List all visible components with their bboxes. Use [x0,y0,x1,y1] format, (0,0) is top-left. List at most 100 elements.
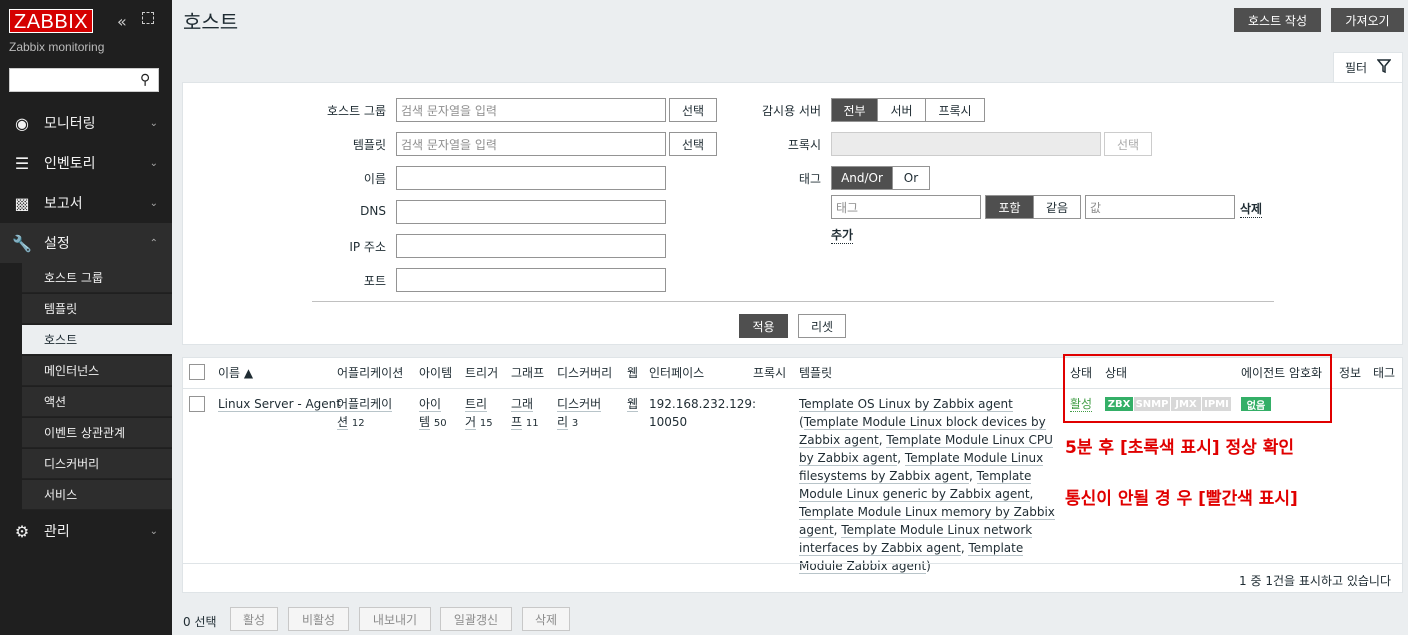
template-select-button[interactable]: 선택 [669,132,717,156]
ip-label: IP 주소 [349,240,386,254]
row-checkbox[interactable] [189,396,205,412]
sidebar-search-input[interactable] [9,68,159,92]
enable-button[interactable]: 활성 [230,607,278,631]
menu-label: 모니터링 [44,116,96,132]
monitored-by-label: 감시용 서버 [761,104,821,118]
chevron-down-icon: ⌄ [149,117,158,129]
filter-tab-label: 필터 [1344,61,1368,75]
template-input[interactable]: 검색 문자열을 입력 [396,132,666,156]
host-discovery-link[interactable]: 디스커버 리 3 [557,395,619,433]
submenu-templates[interactable]: 템플릿 [22,294,172,324]
import-button[interactable]: 가져오기 [1331,8,1404,32]
menu-monitoring[interactable]: ◉ 모니터링 ⌄ [0,103,172,143]
disable-button[interactable]: 비활성 [288,607,349,631]
template-label: 템플릿 [352,138,386,152]
tag-operator-contains[interactable]: 포함 [986,196,1034,218]
tag-value-input[interactable]: 값 [1085,195,1235,219]
annotation-highlight-box [1063,354,1332,423]
zabbix-logo[interactable]: ZABBIX [9,9,94,33]
page-title: 호스트 [183,10,239,34]
host-interface: 192.168.232.129: 10050 [649,397,757,429]
submenu-host-groups[interactable]: 호스트 그룹 [22,263,172,293]
monitored-by-server[interactable]: 서버 [878,99,926,121]
column-applications: 어플리케이션 [337,366,404,380]
tag-name-input[interactable]: 태그 [831,195,981,219]
submenu-discovery[interactable]: 디스커버리 [22,449,172,479]
create-host-button[interactable]: 호스트 작성 [1234,8,1321,32]
tag-add-link[interactable]: 추가 [831,226,854,244]
submenu-hosts[interactable]: 호스트 [22,325,172,355]
monitored-by-segment: 전부 서버 프록시 [831,98,985,122]
tag-logic-segment: And/Or Or [831,166,930,190]
proxy-label: 프록시 [787,138,821,152]
menu-configuration[interactable]: 🔧 설정 ⌃ [0,223,172,263]
kiosk-mode-icon[interactable] [142,12,154,24]
chevron-down-icon: ⌄ [149,525,158,537]
host-group-input[interactable]: 검색 문자열을 입력 [396,98,666,122]
row-divider [183,563,1402,564]
host-group-select-button[interactable]: 선택 [669,98,717,122]
host-graphs-link[interactable]: 그래 프 11 [511,395,551,433]
annotation-line-2: 통신이 안될 경 우 [빨간색 표시] [1065,489,1298,509]
proxy-select-button: 선택 [1104,132,1152,156]
tags-label: 태그 [798,172,821,186]
ip-input[interactable] [396,234,666,258]
reset-filter-button[interactable]: 리셋 [798,314,846,338]
host-name-link[interactable]: Linux Server - Agent [218,395,341,413]
menu-administration[interactable]: ⚙ 관리 ⌄ [0,511,172,551]
port-input[interactable] [396,268,666,292]
host-items-link[interactable]: 아이 템 50 [419,395,459,433]
host-applications-link[interactable]: 어플리케이 션 12 [337,395,407,433]
search-icon[interactable]: ⚲ [140,72,150,88]
submenu-maintenance[interactable]: 메인터넌스 [22,356,172,386]
bar-chart-icon: ▩ [14,193,30,213]
mass-update-button[interactable]: 일괄갱신 [440,607,512,631]
column-tags: 태그 [1373,366,1396,380]
tag-logic-or[interactable]: Or [893,167,929,189]
tag-operator-equals[interactable]: 같음 [1034,196,1080,218]
menu-label: 설정 [44,236,70,252]
table-summary: 1 중 1건을 표시하고 있습니다 [1239,574,1391,588]
collapse-sidebar-icon[interactable]: « [117,12,127,31]
proxy-input [831,132,1101,156]
annotation-line-1: 5분 후 [초록색 표시] 정상 확인 [1065,438,1294,458]
host-group-label: 호스트 그룹 [326,104,386,118]
column-triggers: 트리거 [465,366,499,380]
submenu-actions[interactable]: 액션 [22,387,172,417]
menu-label: 보고서 [44,196,83,212]
monitored-by-any[interactable]: 전부 [832,99,878,121]
host-web-link[interactable]: 웹 [627,395,639,413]
list-icon: ☰ [14,153,30,173]
column-discovery: 디스커버리 [557,366,613,380]
dns-input[interactable] [396,200,666,224]
name-input[interactable] [396,166,666,190]
host-triggers-link[interactable]: 트리 거 15 [465,395,505,433]
menu-label: 관리 [44,524,70,540]
chevron-up-icon: ⌃ [149,237,158,249]
eye-icon: ◉ [15,113,29,133]
menu-label: 인벤토리 [44,156,96,172]
column-info: 정보 [1339,366,1362,380]
gear-icon: ⚙ [14,521,30,541]
delete-button[interactable]: 삭제 [522,607,570,631]
menu-inventory[interactable]: ☰ 인벤토리 ⌄ [0,143,172,183]
select-all-checkbox[interactable] [189,364,205,380]
column-web: 웹 [627,366,639,380]
column-name[interactable]: 이름 ▲ [218,364,253,381]
apply-filter-button[interactable]: 적용 [739,314,788,338]
submenu-services[interactable]: 서비스 [22,480,172,510]
template-link[interactable]: Template OS Linux by Zabbix agent [799,397,1013,412]
filter-tab[interactable]: 필터 [1333,52,1403,82]
submenu-event-correlation[interactable]: 이벤트 상관관계 [22,418,172,448]
name-label: 이름 [363,172,386,186]
monitored-by-proxy[interactable]: 프록시 [926,99,984,121]
column-templates: 템플릿 [799,366,833,380]
column-items: 아이템 [419,366,453,380]
menu-reports[interactable]: ▩ 보고서 ⌄ [0,183,172,223]
chevron-down-icon: ⌄ [149,197,158,209]
tag-logic-and-or[interactable]: And/Or [832,167,893,189]
tag-remove-link[interactable]: 삭제 [1240,200,1263,218]
export-button[interactable]: 내보내기 [359,607,431,631]
sidebar-subtitle: Zabbix monitoring [9,40,105,54]
wrench-icon: 🔧 [12,233,32,253]
